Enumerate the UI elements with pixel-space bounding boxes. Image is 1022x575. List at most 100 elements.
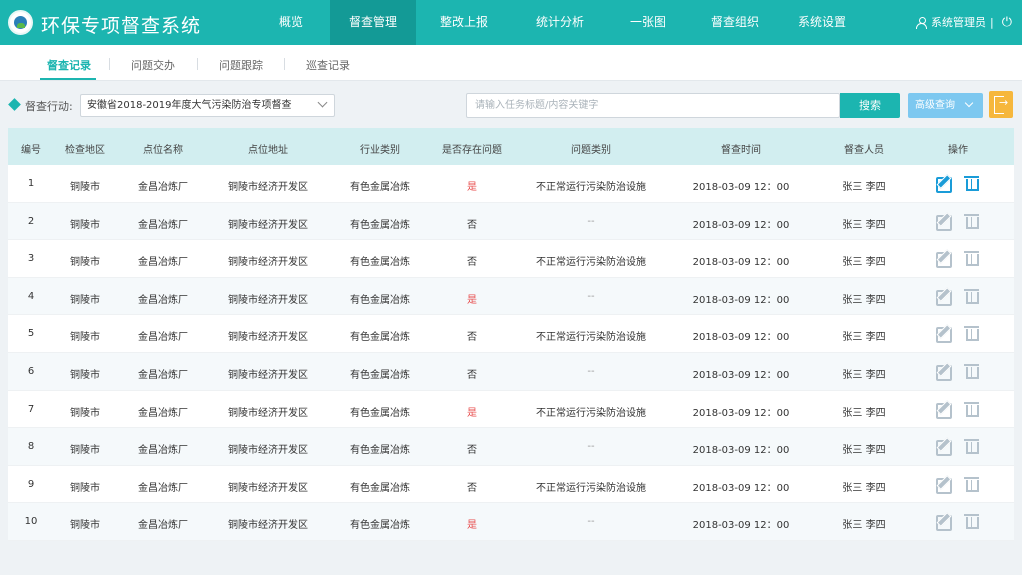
table-row[interactable]: 6 铜陵市 金昌冶炼厂 铜陵市经济开发区 有色金属冶炼 否 -- 2018-03-09 12：… [8, 353, 1014, 391]
user-name[interactable]: 系统管理员 [931, 0, 986, 45]
edit-icon[interactable] [935, 512, 952, 532]
nav-item-statistics[interactable]: 统计分析 [512, 0, 608, 45]
column-header: 行业类别 [360, 145, 400, 156]
nav-item-map[interactable]: 一张图 [608, 0, 688, 45]
tab-inspection-records[interactable]: 督查记录 [47, 57, 91, 73]
cell-staff: 张三 李四 [842, 407, 886, 419]
top-bar: 环保专项督查系统 概览 督查管理 整改上报 统计分析 一张图 督查组织 系统设置… [0, 0, 1022, 45]
trash-icon[interactable] [963, 212, 980, 229]
cell-industry: 有色金属冶炼 [350, 370, 410, 381]
trash-icon[interactable] [963, 475, 980, 492]
cell-region: 铜陵市 [70, 182, 100, 193]
trash-icon[interactable] [963, 512, 980, 530]
cell-issue-type: 不正常运行污染防治设施 [536, 332, 646, 344]
trash-icon[interactable] [963, 437, 980, 455]
edit-icon[interactable] [935, 324, 952, 344]
cell-industry: 有色金属冶炼 [350, 219, 410, 231]
nav-item-settings[interactable]: 系统设置 [782, 0, 862, 45]
table-row[interactable]: 2 铜陵市 金昌冶炼厂 铜陵市经济开发区 有色金属冶炼 否 -- 2018-03-09 12：… [8, 202, 1014, 241]
cell-has-issue: 否 [467, 445, 477, 457]
trash-icon[interactable] [963, 174, 980, 191]
trash-icon[interactable] [963, 400, 980, 417]
tab-patrol-records[interactable]: 巡查记录 [306, 57, 350, 73]
column-header: 操作 [948, 145, 968, 156]
edit-icon[interactable] [935, 400, 952, 419]
search-input[interactable] [466, 93, 840, 118]
cell-region: 铜陵市 [70, 520, 100, 532]
user-icon [915, 17, 927, 29]
cell-staff: 张三 李四 [842, 294, 886, 306]
trash-icon[interactable] [963, 287, 980, 304]
cell-staff: 张三 李四 [842, 332, 886, 344]
column-header: 点位名称 [143, 145, 183, 156]
cell-staff: 张三 李四 [842, 182, 886, 193]
action-select[interactable]: 安徽省2018-2019年度大气污染防治专项督查 [80, 94, 335, 117]
cell-id: 7 [27, 403, 35, 415]
edit-icon[interactable] [935, 212, 952, 231]
cell-industry: 有色金属冶炼 [350, 445, 410, 457]
chevron-down-icon [317, 97, 328, 108]
cell-has-issue: 否 [467, 332, 477, 344]
cell-id: 1 [27, 178, 35, 189]
advanced-search-button[interactable]: 高级查询 [908, 93, 983, 118]
edit-icon[interactable] [935, 362, 952, 381]
edit-icon[interactable] [935, 174, 952, 193]
tab-separator [284, 58, 285, 70]
nav-item-organization[interactable]: 督查组织 [688, 0, 782, 45]
table-row[interactable]: 1 铜陵市 金昌冶炼厂 铜陵市经济开发区 有色金属冶炼 是 不正常运行污染防治设施 2018-… [8, 165, 1014, 203]
tab-separator [109, 58, 110, 70]
edit-icon[interactable] [935, 437, 952, 457]
action-filter-label: 督查行动: [25, 100, 73, 113]
table-row[interactable]: 7 铜陵市 金昌冶炼厂 铜陵市经济开发区 有色金属冶炼 是 不正常运行污染防治设施 2018-… [8, 391, 1014, 429]
nav-item-inspection-management[interactable]: 督查管理 [330, 0, 416, 45]
edit-icon[interactable] [935, 287, 952, 306]
table-row[interactable]: 9 铜陵市 金昌冶炼厂 铜陵市经济开发区 有色金属冶炼 否 不正常运行污染防治设施 2018-… [8, 466, 1014, 504]
search-button[interactable]: 搜索 [840, 93, 900, 118]
cell-time: 2018-03-09 12：00 [692, 482, 790, 494]
app-title: 环保专项督查系统 [41, 15, 202, 37]
cell-issue-type: -- [587, 290, 595, 302]
records-table: 编号 检查地区 点位名称 点位地址 行业类别 是否存在问题 问题类别 督查时间 … [8, 128, 1014, 541]
edit-icon[interactable] [935, 249, 952, 269]
cell-region: 铜陵市 [70, 407, 100, 419]
tab-issue-tracking[interactable]: 问题跟踪 [219, 57, 263, 73]
cell-issue-type: -- [587, 215, 595, 227]
main-nav: 概览 督查管理 整改上报 统计分析 一张图 督查组织 系统设置 [252, 0, 862, 45]
trash-icon[interactable] [963, 324, 980, 342]
cell-site: 金昌冶炼厂 [138, 407, 188, 419]
cell-industry: 有色金属冶炼 [350, 407, 410, 419]
row-actions [935, 437, 980, 457]
cell-region: 铜陵市 [70, 482, 100, 494]
edit-icon[interactable] [935, 475, 952, 494]
row-actions [935, 174, 980, 193]
table-row[interactable]: 8 铜陵市 金昌冶炼厂 铜陵市经济开发区 有色金属冶炼 否 -- 2018-03-09 12：… [8, 428, 1014, 466]
power-icon[interactable]: ⏻ [1002, 0, 1012, 45]
row-actions [935, 475, 980, 494]
nav-item-overview[interactable]: 概览 [252, 0, 330, 45]
row-actions [935, 324, 980, 344]
cell-address: 铜陵市经济开发区 [228, 182, 308, 193]
table-row[interactable]: 10 铜陵市 金昌冶炼厂 铜陵市经济开发区 有色金属冶炼 是 -- 2018-03-09 12… [8, 503, 1014, 541]
trash-icon[interactable] [963, 362, 980, 379]
export-icon[interactable] [989, 91, 1013, 118]
cell-time: 2018-03-09 12：00 [692, 294, 790, 306]
table-row[interactable]: 4 铜陵市 金昌冶炼厂 铜陵市经济开发区 有色金属冶炼 是 -- 2018-03-09 12：… [8, 277, 1014, 316]
cell-industry: 有色金属冶炼 [350, 294, 410, 306]
cell-site: 金昌冶炼厂 [138, 257, 188, 269]
column-header: 编号 [21, 145, 41, 156]
row-actions [935, 362, 980, 381]
row-actions [935, 212, 980, 231]
cell-time: 2018-03-09 12：00 [692, 370, 790, 381]
trash-icon[interactable] [963, 249, 980, 267]
cell-industry: 有色金属冶炼 [350, 257, 410, 269]
nav-item-rectification-report[interactable]: 整改上报 [416, 0, 512, 45]
cell-id: 10 [24, 516, 38, 528]
column-header: 检查地区 [65, 145, 105, 156]
cell-site: 金昌冶炼厂 [138, 370, 188, 381]
tab-issue-assignment[interactable]: 问题交办 [131, 57, 175, 73]
table-row[interactable]: 3 铜陵市 金昌冶炼厂 铜陵市经济开发区 有色金属冶炼 否 不正常运行污染防治设施 2018-… [8, 240, 1014, 278]
cell-address: 铜陵市经济开发区 [228, 482, 308, 494]
table-row[interactable]: 5 铜陵市 金昌冶炼厂 铜陵市经济开发区 有色金属冶炼 否 不正常运行污染防治设施 2018-… [8, 315, 1014, 353]
user-divider: | [989, 16, 994, 29]
table-header: 编号 检查地区 点位名称 点位地址 行业类别 是否存在问题 问题类别 督查时间 … [8, 128, 1014, 165]
